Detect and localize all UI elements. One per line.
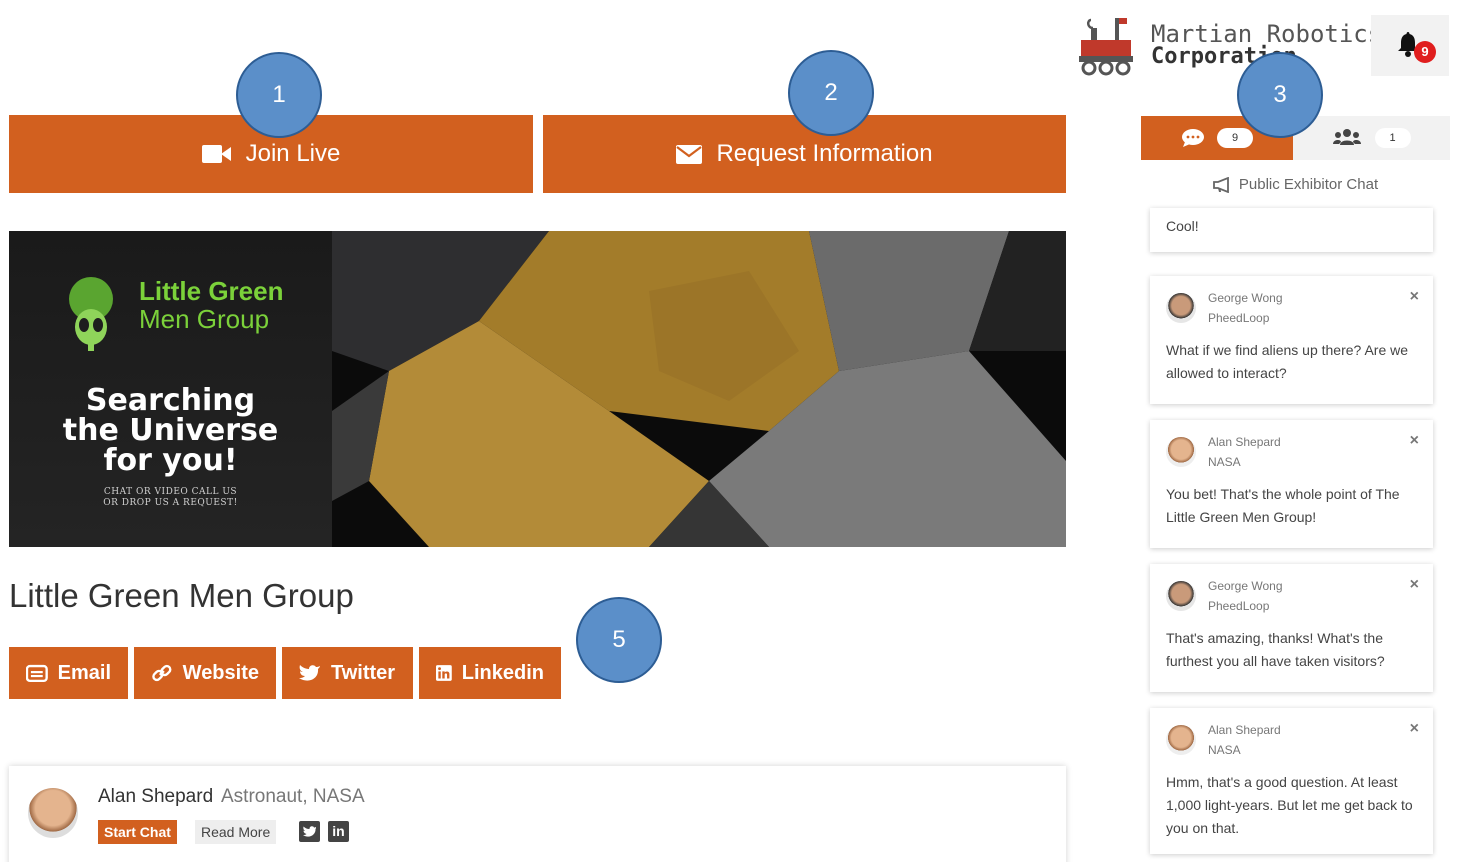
headline-line-1: Searching xyxy=(85,383,256,418)
message-text: You bet! That's the whole point of The L… xyxy=(1166,486,1400,525)
tab-attendees[interactable]: 1 xyxy=(1293,116,1450,160)
chat-message: Alan Shepard NASA × Hmm, that's a good q… xyxy=(1150,708,1433,854)
company-title: Little Green Men Group xyxy=(9,577,354,614)
read-more-button[interactable]: Read More xyxy=(195,820,277,844)
message-org: NASA xyxy=(1208,743,1241,757)
alien-logo-icon xyxy=(69,277,113,351)
message-author: Alan Shepard xyxy=(1208,723,1281,737)
email-label: Email xyxy=(57,661,111,684)
link-icon xyxy=(152,664,172,682)
representative-card: Alan Shepard Astronaut, NASA Start Chat … xyxy=(9,766,1066,862)
avatar xyxy=(1166,725,1196,755)
start-chat-button[interactable]: Start Chat xyxy=(98,820,177,844)
notification-count-badge: 9 xyxy=(1414,41,1436,63)
callout-5: 5 xyxy=(576,597,662,683)
envelope-icon xyxy=(676,144,703,164)
close-icon[interactable]: × xyxy=(1410,576,1419,594)
message-author: George Wong xyxy=(1208,579,1283,593)
close-icon[interactable]: × xyxy=(1410,432,1419,450)
video-camera-icon xyxy=(201,144,232,164)
headline-line-2: the Universe xyxy=(62,413,279,448)
message-text: What if we find aliens up there? Are we … xyxy=(1166,342,1409,381)
linkedin-label: Linkedin xyxy=(461,661,544,684)
attendee-count-badge: 1 xyxy=(1374,128,1411,148)
tagline-line-1: CHAT OR VIDEO CALL US xyxy=(103,487,238,497)
message-text: Cool! xyxy=(1166,218,1199,234)
banner-logo-subtitle: Men Group xyxy=(139,304,270,334)
email-button[interactable]: Email xyxy=(9,647,128,699)
join-live-label: Join Live xyxy=(245,140,341,167)
twitter-button[interactable]: Twitter xyxy=(282,647,413,699)
callout-1: 1 xyxy=(236,52,322,138)
website-label: Website xyxy=(182,661,259,684)
headline-line-3: for you! xyxy=(103,443,238,478)
callout-3: 3 xyxy=(1237,52,1323,138)
exhibitor-page: Join Live Request Information Little Gre… xyxy=(0,0,1460,862)
rep-name: Alan Shepard xyxy=(98,786,214,807)
public-chat-label: Public Exhibitor Chat xyxy=(1238,176,1379,193)
email-icon xyxy=(26,664,48,683)
linkedin-icon xyxy=(436,665,452,681)
message-org: PheedLoop xyxy=(1208,311,1270,325)
robot-train-logo-icon xyxy=(1079,18,1133,76)
twitter-bird-icon xyxy=(299,665,320,681)
rep-linkedin-icon[interactable]: in xyxy=(328,821,349,842)
close-icon[interactable]: × xyxy=(1410,288,1419,306)
chat-message: George Wong PheedLoop × That's amazing, … xyxy=(1150,564,1433,692)
avatar xyxy=(28,788,78,838)
website-button[interactable]: Website xyxy=(134,647,276,699)
rep-role: Astronaut, NASA xyxy=(221,786,365,807)
megaphone-icon xyxy=(1212,176,1229,193)
chat-message: George Wong PheedLoop × What if we find … xyxy=(1150,276,1433,404)
avatar xyxy=(1166,581,1196,611)
social-links: Email Website Twitter Linkedin xyxy=(9,647,561,699)
message-org: NASA xyxy=(1208,455,1241,469)
chat-message: Alan Shepard NASA × You bet! That's the … xyxy=(1150,420,1433,548)
avatar xyxy=(1166,293,1196,323)
message-author: George Wong xyxy=(1208,291,1283,305)
callout-2: 2 xyxy=(788,50,874,136)
message-text: That's amazing, thanks! What's the furth… xyxy=(1166,630,1385,669)
rep-twitter-icon[interactable] xyxy=(299,821,320,842)
chat-bubble-icon xyxy=(1182,129,1204,147)
notifications-button[interactable]: 9 xyxy=(1371,15,1449,76)
message-org: PheedLoop xyxy=(1208,599,1270,613)
banner-tagline: CHAT OR VIDEO CALL US OR DROP US A REQUE… xyxy=(9,487,332,509)
chat-message: Cool! xyxy=(1150,208,1433,252)
chat-count-badge: 9 xyxy=(1217,128,1253,148)
linkedin-button[interactable]: Linkedin xyxy=(419,647,561,699)
exhibitor-banner: Little Green Men Group Searching the Uni… xyxy=(9,231,1066,547)
public-chat-header: Public Exhibitor Chat xyxy=(1141,176,1450,193)
close-icon[interactable]: × xyxy=(1410,720,1419,738)
twitter-label: Twitter xyxy=(331,661,396,684)
tagline-line-2: OR DROP US A REQUEST! xyxy=(103,498,238,508)
banner-headline: Searching the Universe for you! xyxy=(9,386,332,476)
avatar xyxy=(1166,437,1196,467)
message-text: Hmm, that's a good question. At least 1,… xyxy=(1166,774,1413,836)
users-icon xyxy=(1332,129,1361,145)
request-information-label: Request Information xyxy=(716,140,933,167)
message-author: Alan Shepard xyxy=(1208,435,1281,449)
banner-logo-title: Little Green xyxy=(139,276,284,306)
